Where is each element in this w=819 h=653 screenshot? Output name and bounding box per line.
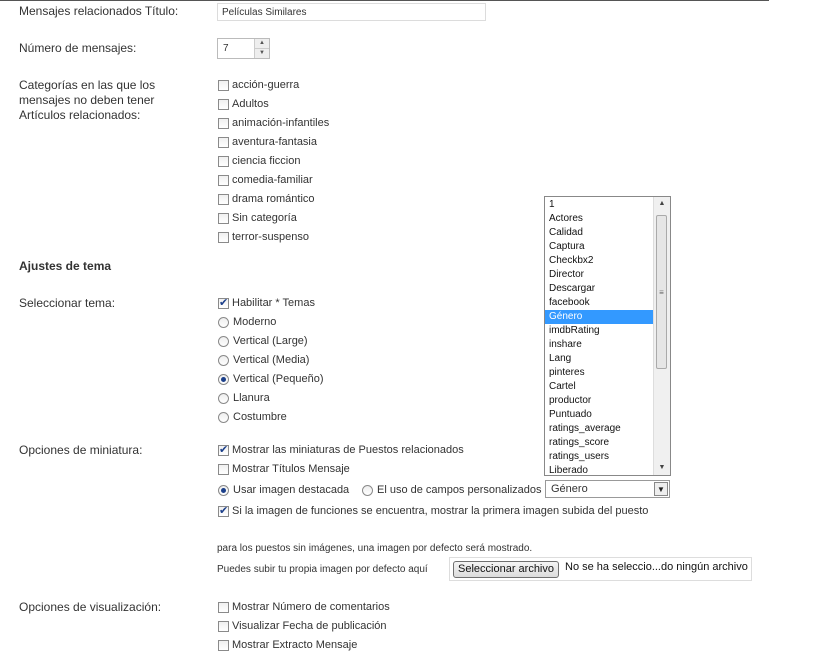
related-title-label: Mensajes relacionados Título: — [19, 4, 179, 18]
category-item[interactable]: aventura-fantasia — [218, 134, 317, 150]
theme-option[interactable]: Moderno — [218, 314, 276, 330]
list-item[interactable]: ratings_average — [545, 422, 655, 436]
list-item[interactable]: pinteres — [545, 366, 655, 380]
list-item[interactable]: Calidad — [545, 226, 655, 240]
checkbox[interactable] — [218, 136, 229, 148]
list-item[interactable]: ratings_users — [545, 450, 655, 464]
checkbox[interactable] — [218, 443, 229, 456]
radio[interactable] — [218, 335, 229, 347]
listbox-scrollbar[interactable]: ▲ ≡ ▼ — [653, 197, 670, 475]
list-item[interactable]: ratings_score — [545, 436, 655, 450]
category-item[interactable]: acción-guerra — [218, 77, 299, 93]
related-title-input[interactable]: Películas Similares — [217, 3, 486, 21]
chevron-down-icon[interactable]: ▼ — [654, 482, 668, 496]
list-item[interactable]: Puntuado — [545, 408, 655, 422]
file-upload[interactable]: Seleccionar archivo No se ha seleccio...… — [449, 557, 752, 581]
listbox-items: 1 Actores Calidad Captura Checkbx2 Direc… — [545, 198, 655, 475]
scroll-down-icon[interactable]: ▼ — [654, 461, 670, 475]
theme-option[interactable]: Vertical (Large) — [218, 333, 308, 349]
theme-heading: Ajustes de tema — [19, 259, 112, 273]
display-option[interactable]: Mostrar Número de comentarios — [218, 599, 390, 615]
theme-option[interactable]: Llanura — [218, 390, 270, 406]
list-item[interactable]: productor — [545, 394, 655, 408]
scroll-up-icon[interactable]: ▲ — [654, 197, 670, 211]
theme-option[interactable]: Vertical (Media) — [218, 352, 309, 368]
first-image-option[interactable]: Si la imagen de funciones se encuentra, … — [218, 503, 648, 519]
checkbox[interactable] — [218, 193, 229, 205]
list-item-selected[interactable]: Género — [545, 310, 655, 324]
top-border — [0, 0, 769, 1]
custom-field-value: Género — [551, 483, 588, 495]
stepper-up-icon[interactable]: ▲ — [255, 39, 269, 49]
show-thumbs-option[interactable]: Mostrar las miniaturas de Puestos relaci… — [218, 442, 464, 458]
checkbox[interactable] — [218, 117, 229, 129]
categories-label-line3: Artículos relacionados: — [19, 108, 141, 122]
radio[interactable] — [218, 354, 229, 366]
list-item[interactable]: Checkbx2 — [545, 254, 655, 268]
list-item[interactable]: Lang — [545, 352, 655, 366]
custom-field-select[interactable]: Género ▼ — [545, 480, 670, 498]
category-item[interactable]: Sin categoría — [218, 210, 297, 226]
theme-select-label: Seleccionar tema: — [19, 296, 116, 310]
list-item[interactable]: 1 — [545, 198, 655, 212]
display-option[interactable]: Mostrar Extracto Mensaje — [218, 637, 357, 653]
show-titles-option[interactable]: Mostrar Títulos Mensaje — [218, 461, 350, 477]
checkbox[interactable] — [218, 296, 229, 309]
list-item[interactable]: imdbRating — [545, 324, 655, 338]
theme-option[interactable]: Costumbre — [218, 409, 287, 425]
checkbox[interactable] — [218, 620, 229, 632]
radio[interactable] — [218, 392, 229, 404]
category-item[interactable]: animación-infantiles — [218, 115, 329, 131]
select-file-button[interactable]: Seleccionar archivo — [453, 561, 559, 578]
list-item[interactable]: Actores — [545, 212, 655, 226]
upload-note: Puedes subir tu propia imagen por defect… — [217, 564, 428, 575]
checkbox[interactable] — [218, 98, 229, 110]
categories-label-line2: mensajes no deben tener — [19, 93, 155, 107]
category-item[interactable]: terror-suspenso — [218, 229, 309, 245]
use-featured-option[interactable]: Usar imagen destacada — [218, 482, 349, 498]
list-item[interactable]: facebook — [545, 296, 655, 310]
checkbox[interactable] — [218, 155, 229, 167]
list-item[interactable]: Liberado — [545, 464, 655, 475]
checkbox[interactable] — [218, 231, 229, 243]
num-posts-value: 7 — [223, 43, 229, 54]
stepper-down-icon[interactable]: ▼ — [255, 49, 269, 58]
radio[interactable] — [218, 411, 229, 423]
categories-label-line1: Categorías en las que los — [19, 78, 156, 92]
radio[interactable] — [362, 484, 373, 496]
list-item[interactable]: Descargar — [545, 282, 655, 296]
file-status: No se ha seleccio...do ningún archivo — [565, 561, 748, 573]
thumbnail-options-label: Opciones de miniatura: — [19, 443, 143, 457]
display-options-label: Opciones de visualización: — [19, 600, 162, 614]
num-posts-label: Número de mensajes: — [19, 41, 137, 55]
list-item[interactable]: Captura — [545, 240, 655, 254]
list-item[interactable]: Director — [545, 268, 655, 282]
list-item[interactable]: Cartel — [545, 380, 655, 394]
scroll-thumb[interactable]: ≡ — [656, 215, 667, 369]
default-image-note: para los puestos sin imágenes, una image… — [217, 543, 533, 554]
checkbox[interactable] — [218, 601, 229, 613]
checkbox[interactable] — [218, 174, 229, 186]
category-item[interactable]: comedia-familiar — [218, 172, 313, 188]
checkbox[interactable] — [218, 504, 229, 517]
display-option[interactable]: Visualizar Fecha de publicación — [218, 618, 387, 634]
radio[interactable] — [218, 373, 229, 385]
checkbox[interactable] — [218, 212, 229, 224]
category-item[interactable]: drama romántico — [218, 191, 315, 207]
theme-option[interactable]: Vertical (Pequeño) — [218, 371, 324, 387]
checkbox[interactable] — [218, 79, 229, 91]
enable-themes-option[interactable]: Habilitar * Temas — [218, 295, 315, 311]
category-item[interactable]: ciencia ficcion — [218, 153, 300, 169]
radio[interactable] — [218, 484, 229, 496]
radio[interactable] — [218, 316, 229, 328]
checkbox[interactable] — [218, 463, 229, 475]
num-posts-stepper[interactable]: 7 ▲ ▼ — [217, 38, 270, 59]
use-custom-option[interactable]: El uso de campos personalizados — [362, 482, 541, 498]
category-item[interactable]: Adultos — [218, 96, 269, 112]
checkbox[interactable] — [218, 639, 229, 651]
list-item[interactable]: inshare — [545, 338, 655, 352]
custom-field-listbox[interactable]: 1 Actores Calidad Captura Checkbx2 Direc… — [544, 196, 671, 476]
